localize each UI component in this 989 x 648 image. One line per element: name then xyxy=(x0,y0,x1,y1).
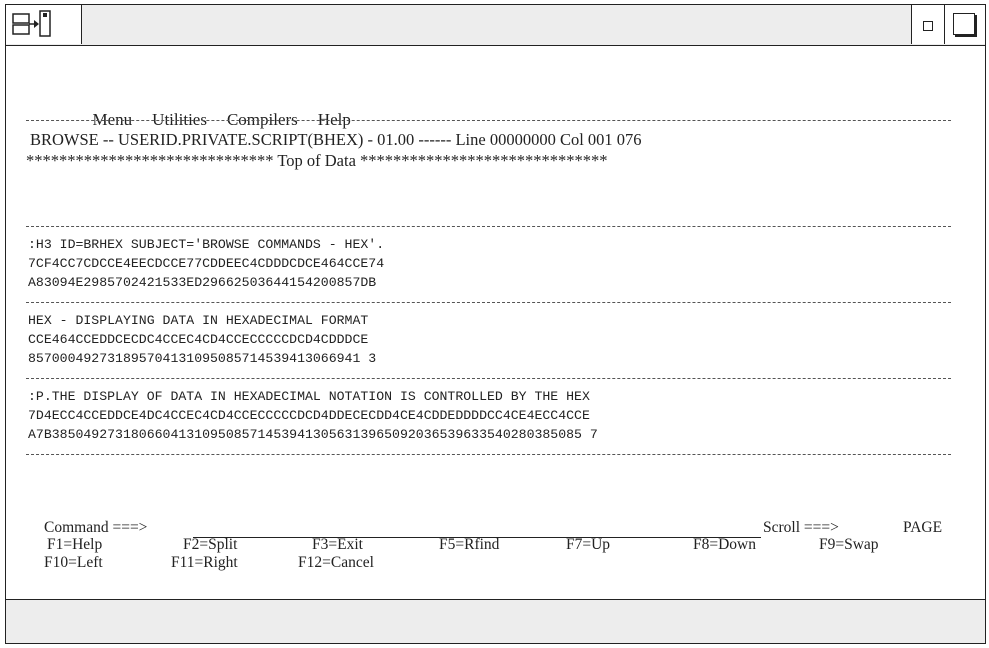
record-text: :H3 ID=BRHEX SUBJECT='BROWSE COMMANDS - … xyxy=(28,237,385,252)
scroll-label: Scroll ===> xyxy=(763,519,839,536)
fkey-f5-rfind[interactable]: F5=Rfind xyxy=(439,536,499,554)
record-text: HEX - DISPLAYING DATA IN HEXADECIMAL FOR… xyxy=(28,313,369,328)
terminal-window: Menu Utilities Compilers Help BROWSE -- USE… xyxy=(5,4,986,644)
record-hex-high: 7D4ECC4CCEDDCE4DC4CCEC4CD4CCECCCCCDCD4DD… xyxy=(28,408,590,423)
title-bar xyxy=(6,5,985,46)
fkey-f8-down[interactable]: F8=Down xyxy=(693,536,756,554)
fkey-f9-swap[interactable]: F9=Swap xyxy=(819,536,879,554)
scroll-amount-field[interactable]: PAGE xyxy=(903,519,942,537)
separator xyxy=(26,120,951,121)
maximize-button[interactable] xyxy=(944,5,985,44)
fkey-f12-cancel[interactable]: F12=Cancel xyxy=(298,554,374,572)
top-of-data-marker: ****************************** Top of Da… xyxy=(26,151,608,170)
separator xyxy=(26,226,951,227)
system-menu-button[interactable] xyxy=(6,5,82,44)
minimize-icon xyxy=(923,21,933,31)
status-bar xyxy=(6,599,985,643)
record-hex-low: A7B3850492731806604131095085714539413056… xyxy=(28,427,598,442)
fkey-f11-right[interactable]: F11=Right xyxy=(171,554,238,572)
separator xyxy=(26,302,951,303)
fkey-f7-up[interactable]: F7=Up xyxy=(566,536,610,554)
record-hex-low: 8570004927318957041310950857145394130669… xyxy=(28,351,377,366)
separator xyxy=(26,378,951,379)
fkey-f10-left[interactable]: F10=Left xyxy=(44,554,103,572)
fkey-f2-split[interactable]: F2=Split xyxy=(183,536,237,554)
command-label: Command ===> xyxy=(44,519,148,536)
minimize-button[interactable] xyxy=(911,5,944,44)
record-hex-high: CCE464CCEDDCECDC4CCEC4CD4CCECCCCCDCD4CDD… xyxy=(28,332,369,347)
fkey-f3-exit[interactable]: F3=Exit xyxy=(312,536,363,554)
maximize-icon xyxy=(953,13,975,35)
record-hex-low: A83094E2985702421533ED296625036441542008… xyxy=(28,275,377,290)
split-window-icon xyxy=(12,10,51,37)
separator xyxy=(26,454,951,455)
browse-header: BROWSE -- USERID.PRIVATE.SCRIPT(BHEX) - … xyxy=(30,130,642,149)
fkey-f1-help[interactable]: F1=Help xyxy=(47,536,102,554)
record-hex-high: 7CF4CC7CDCCE4EECDCCE77CDDEEC4CDDDCDCE464… xyxy=(28,256,385,271)
record-text: :P.THE DISPLAY OF DATA IN HEXADECIMAL NO… xyxy=(28,389,590,404)
terminal-screen: Menu Utilities Compilers Help BROWSE -- USE… xyxy=(6,46,985,600)
